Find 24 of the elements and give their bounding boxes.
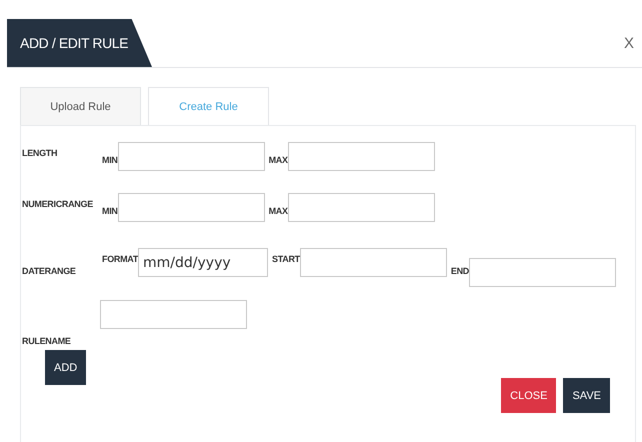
row-label: RULENAME <box>21 336 72 346</box>
input-field[interactable] <box>118 142 265 171</box>
close-button[interactable]: CLOSE <box>501 378 556 413</box>
field-label: MAX <box>268 155 288 165</box>
tab[interactable]: Upload Rule <box>20 87 141 125</box>
row-label: NUMERICRANGE <box>21 199 94 209</box>
input-field[interactable] <box>118 193 265 222</box>
input-field[interactable]: mm/dd/yyyy <box>138 248 268 277</box>
field-label: MIN <box>102 206 118 216</box>
field-label: END <box>450 266 469 276</box>
input-field[interactable] <box>100 300 247 329</box>
row-label: LENGTH <box>21 148 58 158</box>
add-button[interactable]: ADD <box>45 350 86 385</box>
input-field[interactable] <box>288 193 435 222</box>
field-label: MIN <box>102 155 118 165</box>
field-label: MAX <box>268 206 288 216</box>
field-label: FORMAT <box>102 254 138 264</box>
dialog-title: ADD / EDIT RULE <box>7 19 152 67</box>
save-button[interactable]: SAVE <box>563 378 610 413</box>
input-field[interactable] <box>300 248 447 277</box>
input-field[interactable] <box>288 142 435 171</box>
row-label: DATERANGE <box>21 266 77 276</box>
field-label: START <box>272 254 300 264</box>
input-field[interactable] <box>468 258 616 287</box>
